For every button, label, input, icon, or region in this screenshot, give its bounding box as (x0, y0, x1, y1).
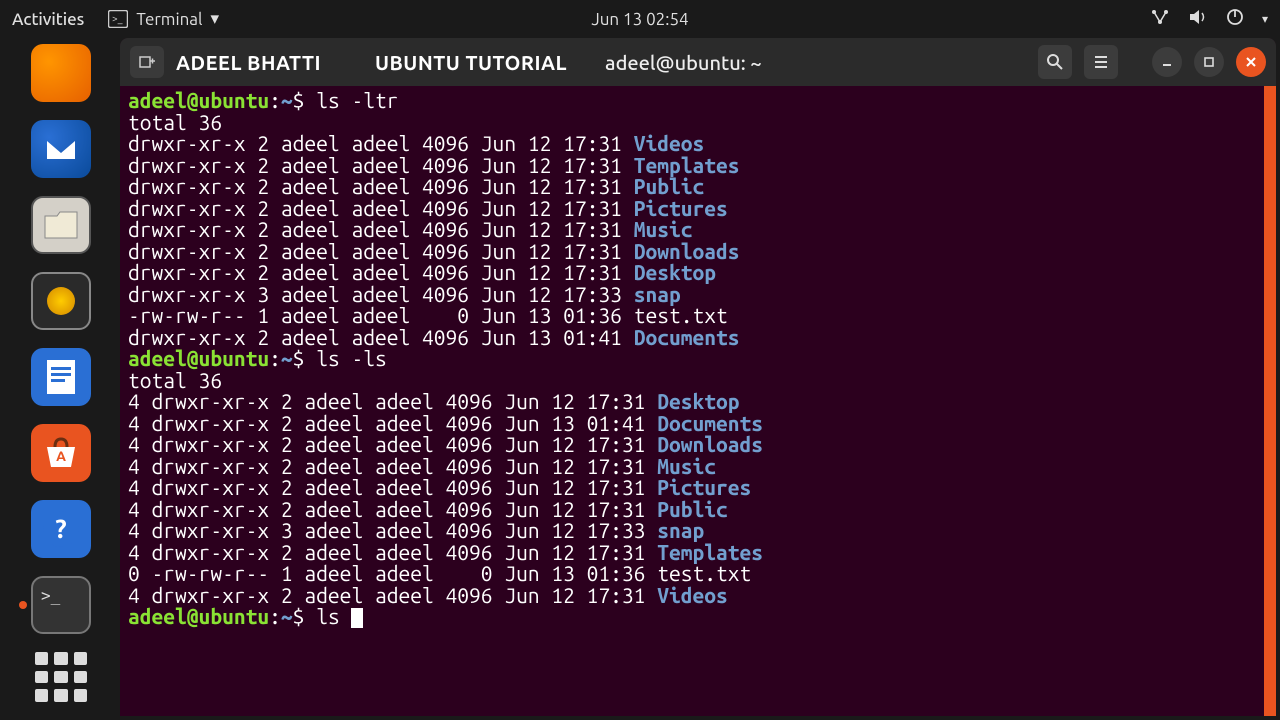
gnome-topbar: Activities >_ Terminal ▾ Jun 13 02:54 ▾ (0, 0, 1280, 38)
gnome-dock: A ? (6, 38, 116, 720)
search-button[interactable] (1038, 45, 1072, 79)
new-tab-button[interactable] (130, 46, 164, 78)
network-icon[interactable] (1150, 8, 1170, 30)
svg-text:?: ? (55, 514, 66, 543)
running-indicator (19, 601, 27, 609)
title-overlay-2: UBUNTU TUTORIAL (375, 51, 567, 74)
hamburger-menu-button[interactable] (1084, 45, 1118, 79)
dock-files[interactable] (31, 196, 91, 254)
terminal-window: ADEEL BHATTI UBUNTU TUTORIAL adeel@ubunt… (120, 38, 1276, 716)
power-icon[interactable] (1226, 8, 1244, 30)
activities-button[interactable]: Activities (12, 10, 84, 29)
svg-text:>_: >_ (112, 13, 123, 24)
terminal-body[interactable]: adeel@ubuntu:~$ ls -ltrtotal 36drwxr-xr-… (120, 86, 1276, 716)
dock-rhythmbox[interactable] (31, 272, 91, 330)
window-titlebar[interactable]: ADEEL BHATTI UBUNTU TUTORIAL adeel@ubunt… (120, 38, 1276, 86)
chevron-down-icon[interactable]: ▾ (1262, 12, 1268, 26)
volume-icon[interactable] (1188, 8, 1208, 30)
close-button[interactable] (1236, 47, 1266, 77)
terminal-icon: >_ (108, 10, 128, 28)
dock-terminal[interactable] (31, 576, 91, 634)
app-menu-label: Terminal (136, 10, 202, 29)
minimize-button[interactable] (1152, 47, 1182, 77)
dock-firefox[interactable] (31, 44, 91, 102)
maximize-button[interactable] (1194, 47, 1224, 77)
chevron-down-icon: ▾ (210, 9, 219, 29)
dock-help[interactable]: ? (31, 500, 91, 558)
scrollbar[interactable] (1264, 86, 1276, 716)
svg-text:A: A (56, 448, 66, 464)
window-title: adeel@ubuntu: ~ (605, 51, 762, 74)
clock[interactable]: Jun 13 02:54 (591, 10, 688, 29)
dock-libreoffice[interactable] (31, 348, 91, 406)
show-apps-button[interactable] (35, 652, 87, 702)
dock-ubuntu-software[interactable]: A (31, 424, 91, 482)
cursor (351, 608, 363, 628)
dock-thunderbird[interactable] (31, 120, 91, 178)
title-overlay-1: ADEEL BHATTI (176, 51, 321, 74)
app-menu[interactable]: >_ Terminal ▾ (108, 9, 219, 29)
